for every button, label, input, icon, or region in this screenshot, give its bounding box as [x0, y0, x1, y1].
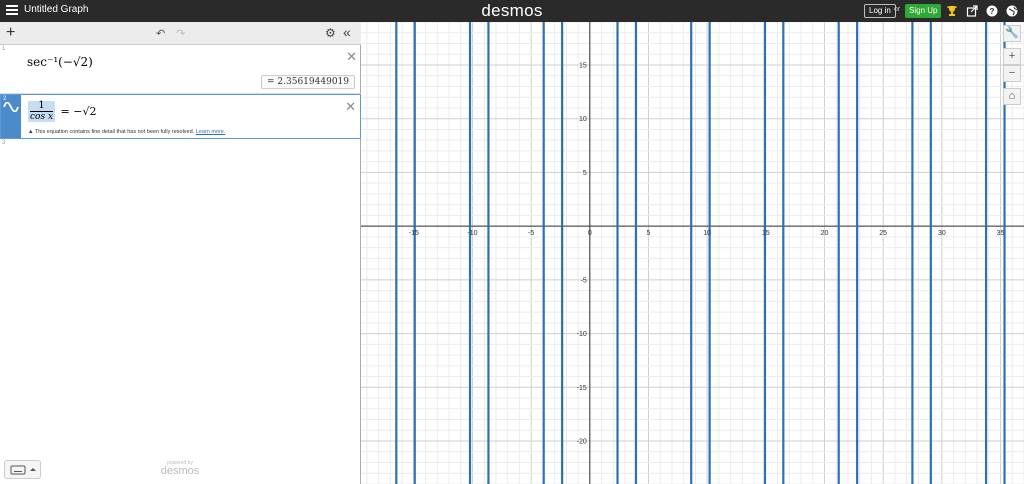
y-tick-label: -10 — [577, 331, 587, 338]
top-bar: Untitled Graph desmos Log in or Sign Up … — [0, 0, 1024, 22]
x-tick-label: 35 — [997, 230, 1005, 237]
x-tick-label: -15 — [409, 230, 419, 237]
warning-icon: ▲ — [28, 129, 34, 135]
redo-button[interactable]: ↷ — [176, 27, 185, 40]
expression-panel: + ↶ ↷ ⚙ « 1 sec⁻¹(−√2) ✕ = 2.35619449019… — [0, 22, 361, 484]
undo-button[interactable]: ↶ — [156, 27, 165, 40]
trophy-icon[interactable] — [946, 5, 958, 17]
expression-row-2[interactable]: 2 1 cos x = −√2 ✕ ▲ This equation contai… — [0, 94, 361, 139]
svg-text:?: ? — [990, 7, 995, 16]
y-tick-label: 10 — [579, 116, 587, 123]
y-tick-label: 5 — [583, 170, 587, 177]
or-text: or — [894, 6, 901, 13]
graph-paper[interactable]: -15 -10 -5 0 5 10 15 20 25 30 35 15 10 5 -5 -10 -15 -20 — [361, 22, 1024, 484]
fraction-numerator: 1 — [30, 101, 54, 112]
y-tick-label: 15 — [579, 62, 587, 69]
graph-tools: 🔧 + − ⌂ — [1003, 25, 1021, 105]
expression-number-tab: 1 — [0, 45, 20, 93]
warning-message: ▲ This equation contains fine detail tha… — [28, 129, 226, 135]
expression-1-math[interactable]: sec⁻¹(−√2) — [27, 55, 93, 69]
zoom-in-icon[interactable]: + — [1003, 48, 1021, 65]
expression-row-1[interactable]: 1 sec⁻¹(−√2) ✕ = 2.35619449019 — [0, 45, 361, 94]
home-icon[interactable]: ⌂ — [1003, 88, 1021, 105]
wrench-icon[interactable]: 🔧 — [1003, 25, 1021, 42]
y-tick-label: -20 — [577, 439, 587, 446]
delete-expression-icon[interactable]: ✕ — [346, 49, 357, 65]
evaluation-result: = 2.35619449019 — [261, 75, 355, 89]
collapse-panel-button[interactable]: « — [343, 24, 351, 40]
x-tick-label: 20 — [821, 230, 829, 237]
x-tick-label: 0 — [588, 230, 592, 237]
equation-rhs: = −√2 — [60, 105, 97, 118]
learn-more-link[interactable]: Learn more. — [196, 129, 226, 135]
x-tick-label: 25 — [879, 230, 887, 237]
delete-expression-icon[interactable]: ✕ — [345, 99, 356, 115]
y-tick-label: -5 — [581, 277, 587, 284]
fraction-denominator: cos x — [30, 112, 54, 122]
login-button[interactable]: Log in — [864, 4, 896, 18]
x-tick-label: 15 — [762, 230, 770, 237]
graph-wave-icon[interactable] — [3, 102, 19, 112]
globe-icon[interactable] — [1006, 5, 1018, 17]
menu-icon[interactable] — [6, 5, 18, 16]
expression-toolbar: + ↶ ↷ ⚙ « — [0, 22, 361, 45]
x-tick-label: 10 — [703, 230, 711, 237]
settings-gear-icon[interactable]: ⚙ — [325, 26, 336, 40]
zoom-out-icon[interactable]: − — [1003, 65, 1021, 82]
powered-by-desmos: powered by desmos — [160, 460, 200, 477]
graph-canvas[interactable]: -15 -10 -5 0 5 10 15 20 25 30 35 15 10 5 -5 -10 -15 -20 — [361, 22, 1024, 484]
share-icon[interactable] — [966, 5, 978, 17]
x-tick-label: 5 — [647, 230, 651, 237]
graph-title[interactable]: Untitled Graph — [24, 4, 88, 15]
help-icon[interactable]: ? — [986, 5, 998, 17]
expression-number-tab: 2 — [1, 95, 21, 138]
x-tick-label: 30 — [938, 230, 946, 237]
x-tick-label: -10 — [467, 230, 477, 237]
keyboard-toggle-button[interactable] — [4, 460, 41, 479]
x-tick-label: -5 — [528, 230, 534, 237]
expression-2-math[interactable]: 1 cos x = −√2 — [28, 101, 96, 122]
y-tick-label: -15 — [577, 385, 587, 392]
add-expression-button[interactable]: + — [6, 24, 15, 42]
expression-row-3[interactable]: 3 — [0, 139, 361, 153]
signup-button[interactable]: Sign Up — [905, 4, 942, 18]
keyboard-icon — [10, 465, 36, 475]
expression-number-tab: 3 — [0, 139, 20, 153]
